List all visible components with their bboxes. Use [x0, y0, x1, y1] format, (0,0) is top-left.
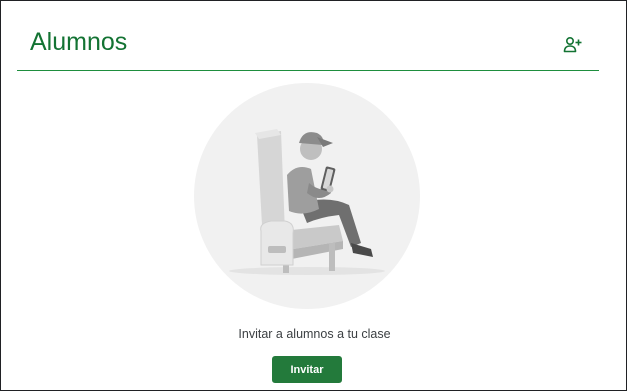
empty-state-message: Invitar a alumnos a tu clase — [238, 327, 391, 341]
person-add-icon — [563, 36, 582, 53]
students-header: Alumnos — [17, 1, 599, 71]
invite-students-button[interactable] — [561, 33, 585, 57]
students-panel: Alumnos Invitar a alumnos a tu clase Inv… — [0, 0, 627, 391]
invite-button[interactable]: Invitar — [272, 356, 342, 383]
page-title: Alumnos — [30, 28, 128, 56]
student-reading-tablet-illustration — [194, 83, 420, 309]
